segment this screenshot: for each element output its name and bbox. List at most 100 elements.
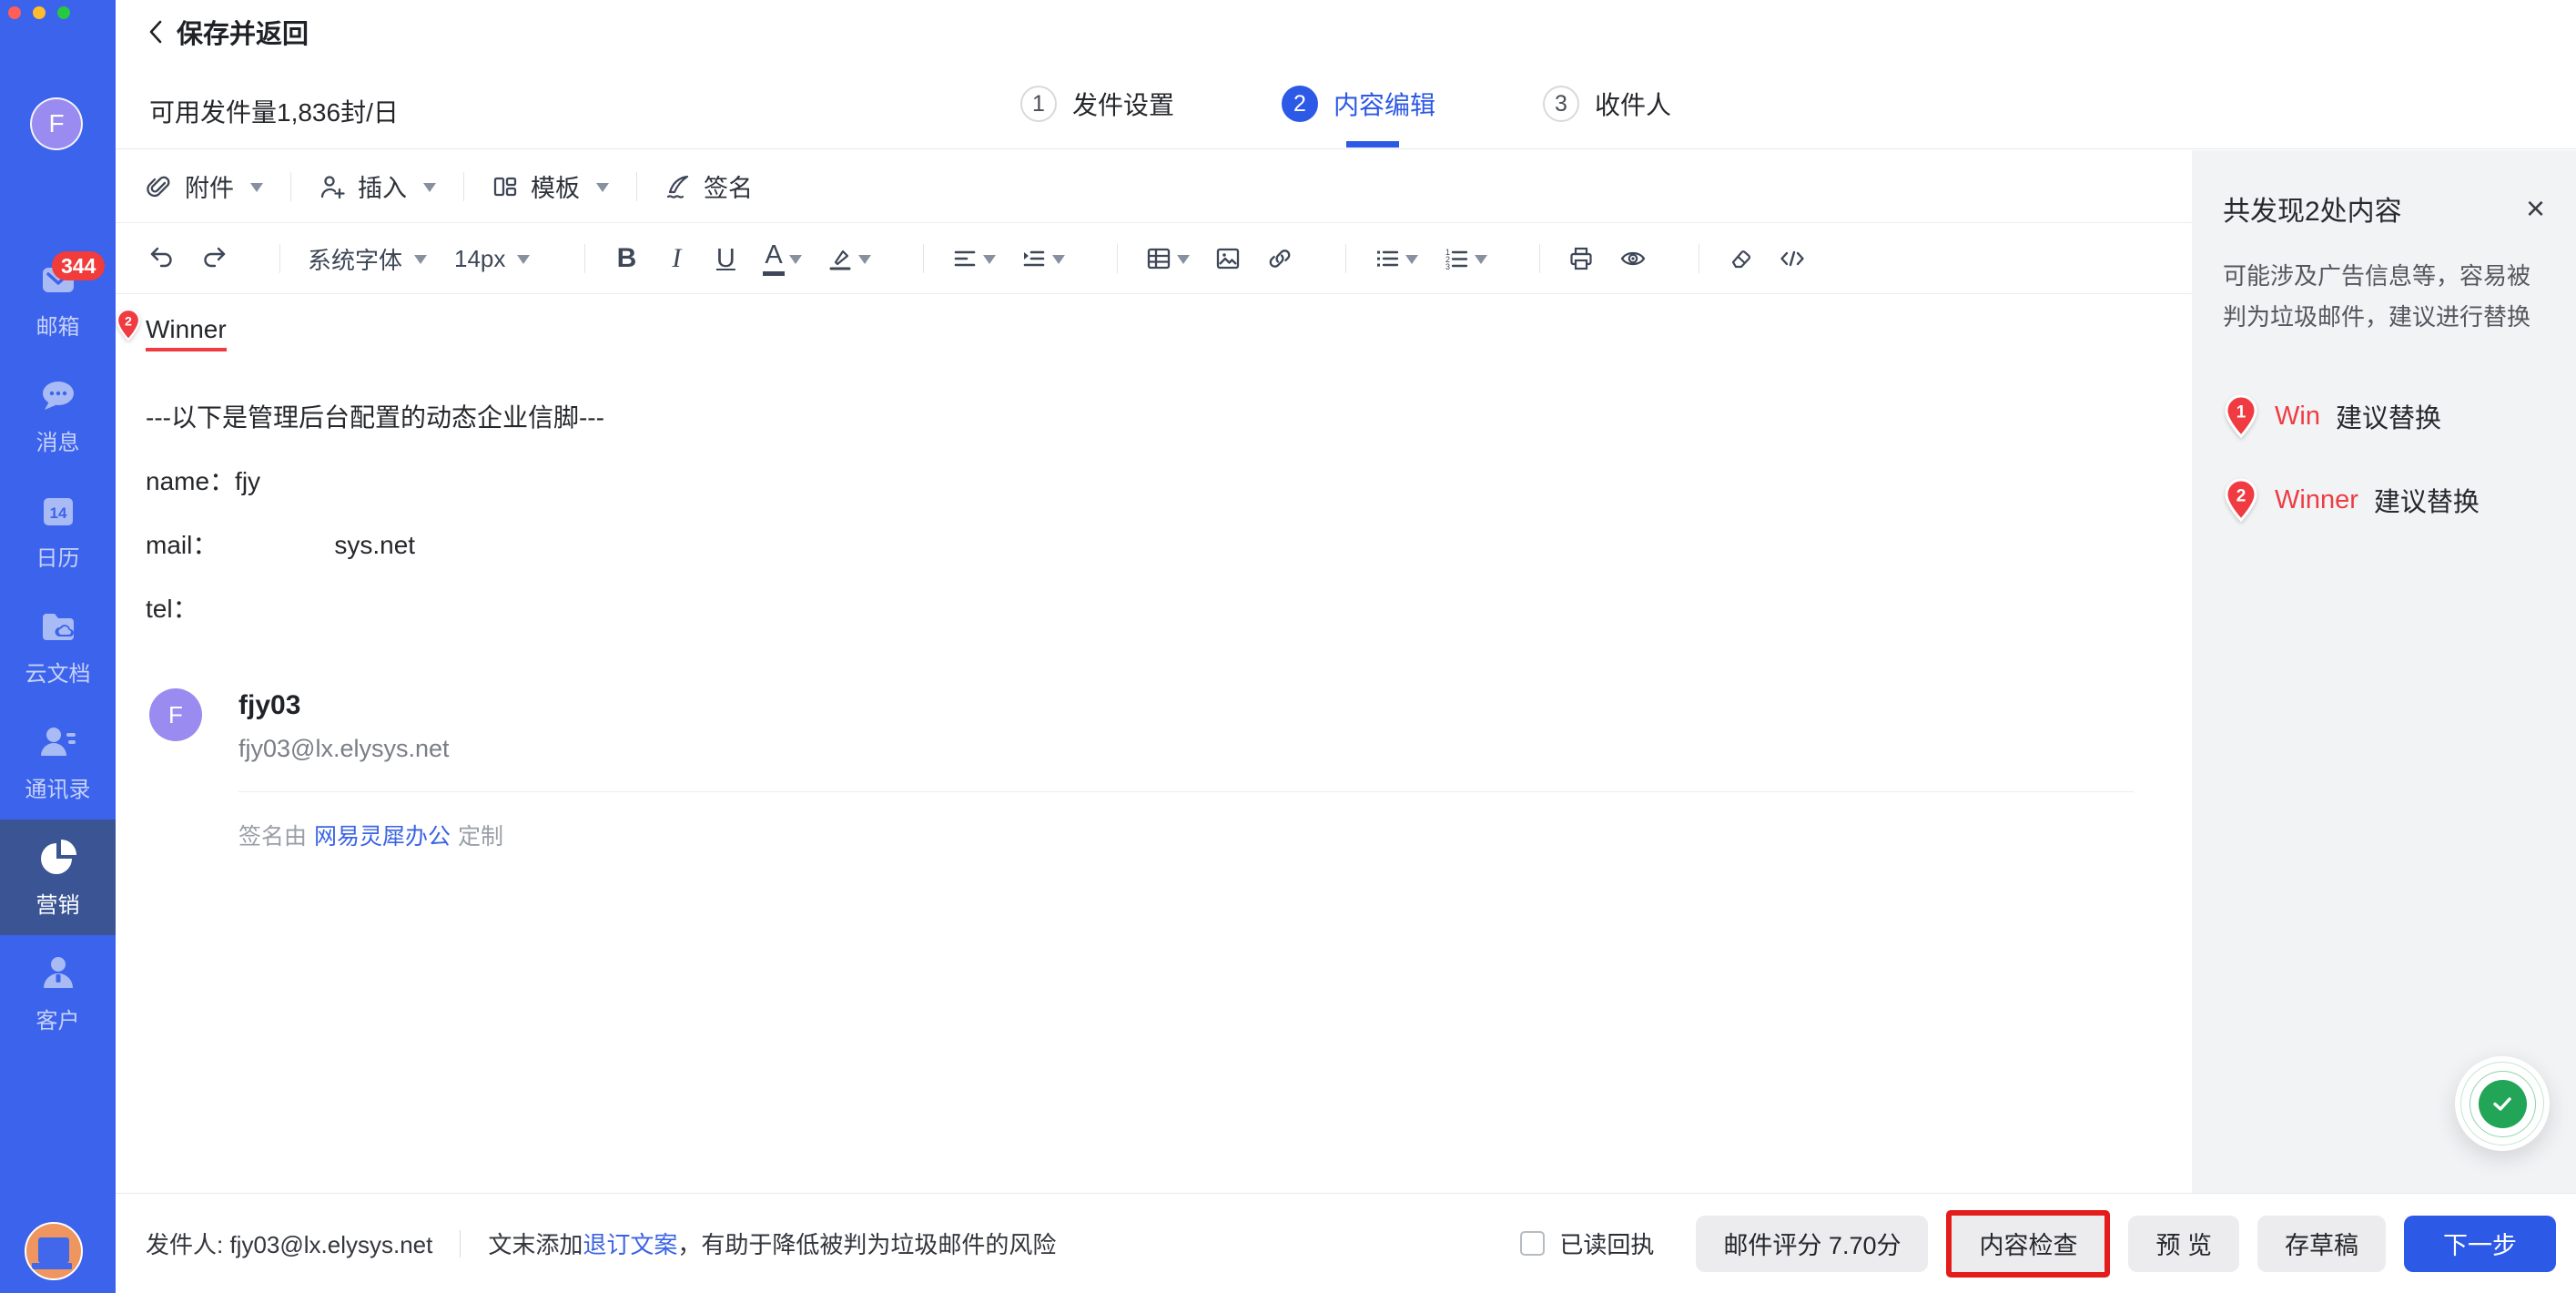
preview-button-icon[interactable] [1619, 245, 1647, 272]
step-number: 1 [1020, 86, 1057, 122]
sidebar-item-label: 云文档 [25, 656, 91, 687]
flagged-word: Winner [146, 315, 227, 351]
clear-format-button[interactable] [1727, 245, 1754, 272]
maximize-window-button[interactable] [57, 6, 70, 19]
attachment-label: 附件 [185, 168, 234, 204]
svg-text:2: 2 [2236, 487, 2246, 506]
next-step-button[interactable]: 下一步 [2404, 1216, 2556, 1272]
divider [636, 172, 637, 201]
image-icon [1214, 245, 1242, 272]
insert-label: 插入 [358, 168, 407, 204]
insert-image-button[interactable] [1214, 245, 1242, 272]
font-family-select[interactable]: 系统字体 [308, 242, 427, 276]
content-check-button[interactable]: 内容检查 [1952, 1216, 2104, 1272]
step-send-settings[interactable]: 1 发件设置 [1020, 86, 1174, 122]
format-toolbar: 系统字体 14px B I U A [116, 224, 2192, 294]
divider [290, 172, 291, 201]
undo-button[interactable] [148, 245, 176, 272]
divider [1539, 244, 1540, 273]
minimize-window-button[interactable] [33, 6, 46, 19]
chevron-down-icon [517, 255, 530, 270]
template-button[interactable]: 模板 [492, 168, 609, 204]
close-window-button[interactable] [8, 6, 21, 19]
svg-text:14: 14 [49, 504, 66, 522]
user-avatar[interactable]: F [30, 97, 83, 150]
sidebar-item-marketing[interactable]: 营销 [0, 820, 116, 935]
source-code-button[interactable] [1779, 245, 1806, 272]
save-draft-button[interactable]: 存草稿 [2257, 1216, 2386, 1272]
insert-button[interactable]: 插入 [319, 168, 436, 204]
check-panel-title: 共发现2处内容 [2223, 188, 2402, 229]
step-content-edit[interactable]: 2 内容编辑 [1282, 86, 1435, 122]
email-body-editor[interactable]: 2 Winner ---以下是管理后台配置的动态企业信脚--- name：fjy… [116, 295, 2192, 1194]
divider [463, 172, 464, 201]
mail-line: mail：sys.net [146, 514, 2166, 577]
signature-label: 签名 [704, 168, 753, 204]
italic-button[interactable]: I [664, 243, 688, 274]
underline-button[interactable]: U [713, 244, 738, 274]
link-icon [1266, 245, 1293, 272]
signature-footnote: 签名由网易灵犀办公定制 [238, 819, 2134, 851]
font-family-value: 系统字体 [308, 242, 402, 276]
chevron-down-icon [414, 255, 427, 270]
close-icon[interactable]: × [2526, 192, 2545, 225]
svg-text:3: 3 [1445, 262, 1450, 271]
check-complete-fab[interactable] [2455, 1056, 2550, 1151]
lingxi-office-link[interactable]: 网易灵犀办公 [314, 824, 451, 850]
align-button[interactable] [951, 245, 996, 272]
ordered-list-button[interactable]: 123 [1443, 245, 1487, 272]
laptop-icon [38, 1237, 69, 1263]
sidebar-item-label: 邮箱 [36, 309, 80, 341]
step-number: 3 [1543, 86, 1579, 122]
sidebar-item-calendar[interactable]: 14 日历 [0, 473, 116, 588]
undo-icon [148, 245, 176, 272]
bullet-list-icon [1374, 245, 1401, 272]
print-button[interactable] [1567, 245, 1595, 272]
insert-person-icon [319, 173, 346, 200]
window-controls [8, 6, 70, 19]
redo-button[interactable] [200, 245, 228, 272]
preview-button[interactable]: 预 览 [2128, 1216, 2239, 1272]
unsubscribe-tip: 文末添加退订文案，有助于降低被判为垃圾邮件的风险 [488, 1227, 1056, 1260]
check-result-item[interactable]: 2 Winner 建议替换 [2223, 478, 2545, 522]
sidebar-item-mail[interactable]: 344 邮箱 [0, 241, 116, 357]
ordered-list-icon: 123 [1443, 245, 1470, 272]
indent-button[interactable] [1020, 245, 1065, 272]
bold-button[interactable]: B [613, 243, 640, 274]
divider [279, 244, 280, 273]
org-avatar[interactable] [25, 1222, 83, 1280]
chevron-down-icon [1177, 255, 1190, 270]
sidebar-item-contacts[interactable]: 通讯录 [0, 704, 116, 820]
pin-1-icon: 1 [2223, 394, 2259, 438]
bottom-action-bar: 发件人: fjy03@lx.elysys.net 文末添加退订文案，有助于降低被… [116, 1193, 2576, 1293]
step-recipients[interactable]: 3 收件人 [1543, 86, 1671, 122]
insert-link-button[interactable] [1266, 245, 1293, 272]
bullet-list-button[interactable] [1374, 245, 1418, 272]
read-receipt-checkbox[interactable] [1520, 1231, 1545, 1256]
sidebar-item-cloud-docs[interactable]: 云文档 [0, 588, 116, 704]
signature-email: fjy03@lx.elysys.net [238, 735, 2134, 763]
sidebar-nav: 344 邮箱 消息 14 日历 [0, 241, 116, 1051]
highlight-color-button[interactable] [827, 245, 871, 272]
chat-icon [37, 374, 79, 416]
attachment-button[interactable]: 附件 [146, 168, 263, 204]
table-button[interactable] [1145, 245, 1190, 272]
flag-pin-2-icon[interactable]: 2 [115, 308, 142, 341]
sidebar-item-customers[interactable]: 客户 [0, 935, 116, 1051]
step-label: 内容编辑 [1334, 86, 1435, 122]
font-color-button[interactable]: A [763, 241, 801, 276]
divider [460, 1230, 461, 1257]
save-and-return-button[interactable]: 保存并返回 [147, 13, 309, 51]
font-size-select[interactable]: 14px [454, 245, 530, 273]
sidebar-item-messages[interactable]: 消息 [0, 357, 116, 473]
check-result-item[interactable]: 1 Win 建议替换 [2223, 394, 2545, 438]
back-label: 保存并返回 [177, 13, 309, 51]
align-icon [951, 245, 979, 272]
svg-text:1: 1 [2236, 403, 2246, 423]
chevron-down-icon [1475, 255, 1487, 270]
mail-score-button[interactable]: 邮件评分 7.70分 [1696, 1216, 1928, 1272]
suggestion-label: 建议替换 [2336, 397, 2441, 435]
unsubscribe-copy-link[interactable]: 退订文案 [583, 1231, 677, 1258]
page-header: 保存并返回 可用发件量1,836封/日 1 发件设置 2 内容编辑 3 收件人 [116, 0, 2576, 149]
signature-button[interactable]: 签名 [664, 168, 753, 204]
